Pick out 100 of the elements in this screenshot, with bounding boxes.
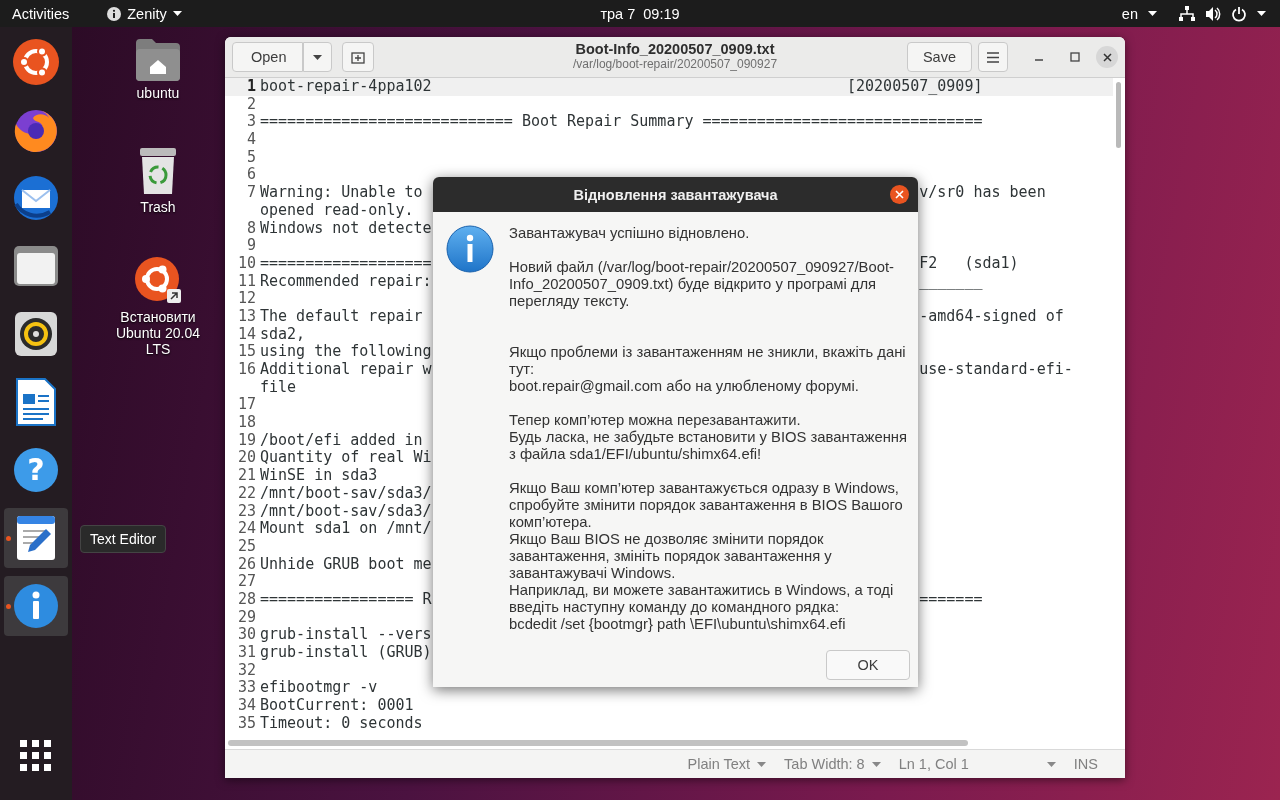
line-number: 13	[236, 307, 256, 326]
code-line: Mount sda1 on /mnt/	[260, 520, 432, 538]
line-number: 31	[236, 644, 256, 662]
scrollbar-thumb[interactable]	[1116, 82, 1121, 148]
code-line: =======	[919, 590, 983, 609]
status-item[interactable]: Ln 1, Col 1	[898, 756, 969, 772]
text-editor-icon[interactable]	[16, 515, 56, 561]
caret-icon	[1148, 11, 1157, 16]
app-menu[interactable]: Zenity	[127, 5, 167, 22]
line-number: 8	[245, 219, 256, 238]
line-number: 11	[236, 272, 256, 291]
desktop-icon-label[interactable]: ubuntu	[110, 85, 206, 101]
line-number: 27	[236, 573, 256, 591]
code-line: Warning: Unable to	[260, 184, 423, 202]
code-line: Unhide GRUB boot me	[260, 555, 432, 574]
code-line: opened read-only.	[260, 201, 414, 220]
line-number: 17	[236, 396, 256, 415]
line-number: 23	[236, 502, 256, 521]
window-title: Boot-Info_20200507_0909.txt	[575, 41, 775, 57]
caret-icon	[313, 54, 323, 60]
code-line: Recommended repair:	[260, 272, 432, 291]
caret-icon	[757, 761, 767, 767]
new-tab-button[interactable]	[342, 42, 375, 72]
menu-button[interactable]	[978, 42, 1008, 72]
code-line: efibootmgr -v	[260, 679, 378, 698]
line-number: 24	[236, 520, 256, 538]
dialog-title: Відновлення завантажувача	[573, 186, 778, 203]
code-line: v/sr0 has been	[919, 184, 1046, 202]
power-icon[interactable]	[1231, 5, 1247, 22]
code-line: -amd64-signed of	[919, 307, 1064, 326]
code-line: grub-install --vers	[260, 626, 432, 644]
info-icon[interactable]	[13, 583, 59, 629]
trash-icon[interactable]	[138, 147, 178, 195]
code-line: file	[260, 378, 297, 397]
line-number: 1	[245, 78, 256, 96]
line-number: 5	[245, 148, 256, 167]
volume-icon[interactable]	[1205, 5, 1221, 22]
running-indicator	[6, 604, 11, 609]
code-line: _______	[919, 272, 983, 291]
installer-icon[interactable]	[133, 255, 183, 305]
line-number: 18	[236, 414, 256, 432]
code-line: /mnt/boot-sav/sda3/	[260, 484, 432, 503]
scrollbar-thumb[interactable]	[228, 740, 968, 746]
line-number: 2	[245, 95, 256, 114]
mail-icon[interactable]	[12, 174, 60, 222]
speaker-icon[interactable]	[14, 311, 58, 357]
desktop-icon-label[interactable]: Встановити Ubuntu 20.04 LTS	[110, 309, 206, 357]
tooltip: Text Editor	[80, 525, 167, 553]
code-line: using the following	[260, 343, 432, 361]
status-item[interactable]: INS	[1073, 756, 1098, 772]
code-line: ================= R	[260, 590, 432, 609]
line-number: 32	[236, 661, 256, 680]
code-line: ===================	[260, 254, 432, 273]
status-item[interactable]: Plain Text	[687, 756, 751, 772]
network-icon[interactable]	[1179, 5, 1195, 22]
file-path: /var/log/boot-repair/20200507_090927	[572, 57, 778, 71]
app-grid-icon[interactable]	[20, 740, 52, 772]
ubuntu-logo-icon[interactable]	[12, 38, 60, 86]
open-menu-button[interactable]	[303, 42, 333, 72]
activities-button[interactable]: Activities	[0, 5, 82, 22]
maximize-icon[interactable]	[1070, 52, 1080, 62]
ok-button[interactable]: OK	[826, 650, 910, 680]
line-number: 20	[236, 449, 256, 468]
line-number: 10	[236, 254, 256, 273]
line-number: 25	[236, 537, 256, 556]
desktop-icon-label[interactable]: Trash	[110, 199, 206, 215]
line-number: 16	[236, 361, 256, 379]
code-line: The default repair	[260, 307, 423, 326]
line-number: 33	[236, 679, 256, 698]
line-number: 7	[245, 184, 256, 202]
line-number: 3	[245, 113, 256, 132]
code-line: F2 (sda1)	[919, 254, 1019, 273]
dialog-text: Новий файл (/var/log/boot-repair/20200507_090927/Boot-Info_20200507_0909.txt) буде відкрито у програмі для перегляду тексту.	[509, 259, 895, 310]
home-folder-icon[interactable]	[134, 37, 182, 81]
code-line: Additional repair w	[260, 361, 432, 379]
save-button[interactable]: Save	[906, 42, 972, 72]
line-number: 4	[245, 131, 256, 149]
dialog-text: Тепер комп’ютер можна перезавантажити. Будь ласка, не забудьте встановити у BIOS завантаження з файла sda1/EFI/ubuntu/shimx64.efi!	[509, 412, 908, 463]
folder-icon[interactable]	[13, 245, 59, 287]
open-button[interactable]: Open	[232, 42, 304, 72]
clock[interactable]: тра 7 09:19	[600, 5, 680, 22]
line-number: 14	[236, 325, 256, 344]
code-line: /mnt/boot-sav/sda3/	[260, 502, 432, 521]
code-line: WinSE in sda3	[260, 467, 378, 485]
caret-icon	[172, 11, 182, 16]
caret-icon	[871, 761, 881, 767]
code-line: sda2,	[260, 325, 306, 344]
line-number: 30	[236, 626, 256, 644]
code-line: Timeout: 0 seconds	[260, 714, 423, 733]
status-item[interactable]: Tab Width: 8	[784, 756, 865, 772]
document-icon[interactable]	[16, 378, 56, 426]
line-number: 22	[236, 484, 256, 503]
code-line: grub-install (GRUB)	[260, 644, 432, 662]
code-line: Windows not detecte	[260, 219, 432, 238]
input-source[interactable]: en	[1121, 5, 1138, 22]
line-number: 29	[236, 608, 256, 627]
dialog-text: Якщо проблеми із завантаженням не зникли, вкажіть дані тут: boot.repair@gmail.com або на улюбленому форумі.	[509, 344, 907, 395]
close-button[interactable]	[890, 185, 909, 204]
line-number: 6	[245, 166, 256, 185]
close-button[interactable]	[1096, 46, 1118, 68]
